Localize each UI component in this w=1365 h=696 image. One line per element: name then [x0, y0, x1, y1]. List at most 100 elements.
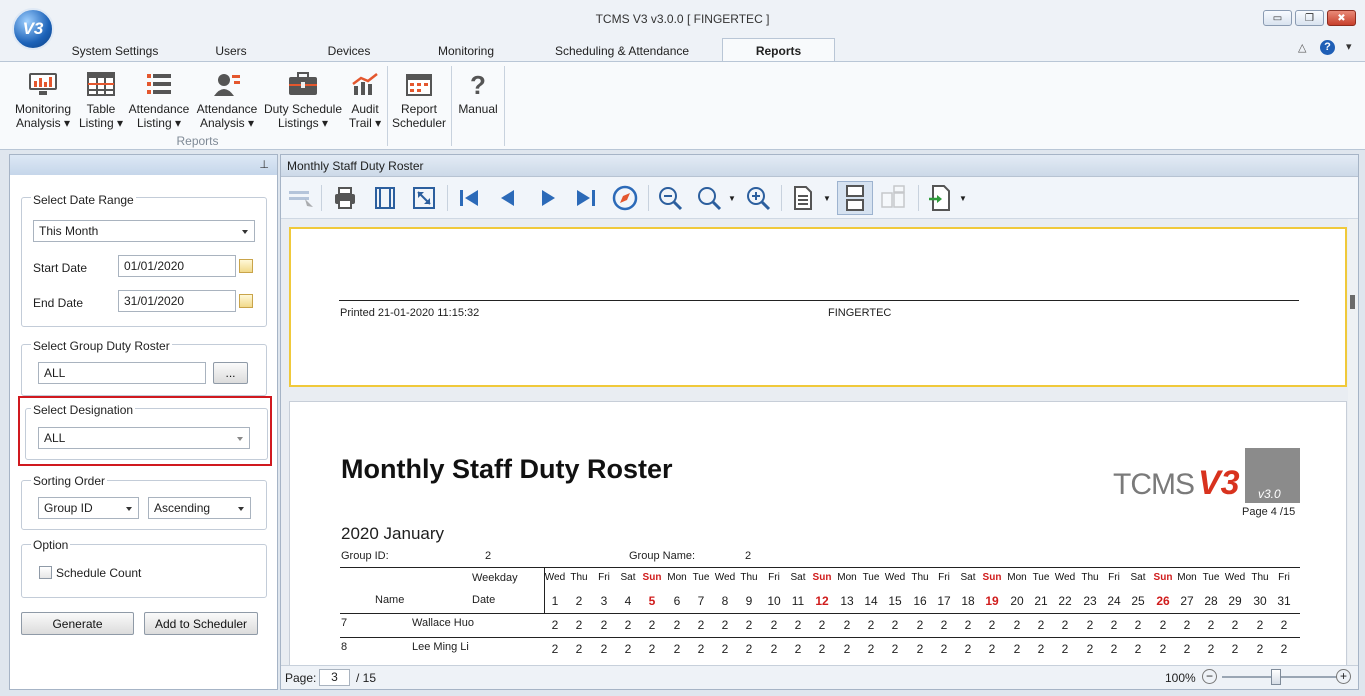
report-scheduler-button[interactable]: Report Scheduler: [390, 70, 448, 134]
weekday-header: Mon: [1177, 572, 1197, 583]
table-listing-button[interactable]: Table Listing ▾: [78, 70, 124, 134]
end-date-field[interactable]: 31/01/2020: [118, 290, 236, 312]
add-to-scheduler-button[interactable]: Add to Scheduler: [144, 612, 258, 635]
page-view-dropdown-icon[interactable]: ▼: [823, 194, 831, 203]
close-button[interactable]: ✖: [1327, 10, 1356, 26]
export-icon[interactable]: [926, 184, 954, 212]
manual-button[interactable]: ? Manual: [454, 70, 502, 134]
tab-reports[interactable]: Reports: [722, 38, 835, 62]
weekday-header: Wed: [1054, 572, 1076, 583]
zoom-icon[interactable]: [695, 184, 723, 212]
date-range-dropdown[interactable]: This Month: [33, 220, 255, 242]
scrollbar-thumb[interactable]: [1350, 295, 1355, 309]
roster-cell: 2: [891, 618, 899, 632]
roster-cell: 2: [1159, 618, 1167, 632]
document-map-icon[interactable]: [287, 184, 315, 212]
monitor-chart-icon: [29, 73, 57, 95]
start-date-field[interactable]: 01/01/2020: [118, 255, 236, 277]
ribbon-group-label: Reports: [176, 134, 219, 148]
roster-cell: 2: [575, 618, 583, 632]
options-dropdown-icon[interactable]: ▾: [1346, 40, 1352, 53]
page-label: Page:: [285, 671, 317, 685]
roster-cell: 2: [1231, 618, 1239, 632]
monitoring-analysis-button[interactable]: Monitoring Analysis ▾: [10, 70, 76, 134]
roster-cell: 2: [551, 642, 559, 656]
roster-cell: 2: [1183, 642, 1191, 656]
date-header: 27: [1180, 594, 1194, 608]
roster-cell: 2: [551, 618, 559, 632]
zoom-slider-thumb[interactable]: [1271, 669, 1281, 685]
start-date-label: Start Date: [33, 261, 88, 275]
date-header: 4: [624, 594, 632, 608]
roster-cell: 2: [988, 618, 996, 632]
weekday-header: Mon: [837, 572, 857, 583]
minimize-button[interactable]: ▭: [1263, 10, 1292, 26]
roster-cell: 2: [964, 642, 972, 656]
previous-page-icon[interactable]: [494, 184, 522, 212]
attendance-listing-button[interactable]: Attendance Listing ▾: [126, 70, 192, 134]
sort-field-dropdown[interactable]: Group ID: [38, 497, 139, 519]
chevron-down-icon: [238, 507, 244, 511]
duty-schedule-listings-button[interactable]: Duty Schedule Listings ▾: [262, 70, 344, 134]
continuous-page-icon[interactable]: [837, 181, 873, 215]
report-viewer-panel: Monthly Staff Duty Roster ▼ ▼ ▼ Printed …: [280, 154, 1359, 690]
zoom-out-button[interactable]: −: [1202, 669, 1217, 684]
collapse-ribbon-icon[interactable]: △: [1298, 41, 1306, 54]
audit-trail-button[interactable]: Audit Trail ▾: [346, 70, 384, 134]
zoom-in-button[interactable]: +: [1336, 669, 1351, 684]
page-number-input[interactable]: 3: [319, 669, 350, 686]
ribbon-label-line1: Audit: [351, 102, 379, 116]
first-page-icon[interactable]: [455, 184, 483, 212]
scale-icon[interactable]: [410, 184, 438, 212]
roster-cell: 2: [721, 642, 729, 656]
vertical-scrollbar[interactable]: [1348, 219, 1358, 665]
next-page-icon[interactable]: [534, 184, 562, 212]
zoom-dropdown-icon[interactable]: ▼: [728, 194, 736, 203]
date-header: 15: [888, 594, 902, 608]
attendance-analysis-button[interactable]: Attendance Analysis ▾: [194, 70, 260, 134]
group-roster-title: Select Group Duty Roster: [31, 339, 172, 353]
calendar-picker-icon[interactable]: [239, 259, 253, 273]
export-dropdown-icon[interactable]: ▼: [959, 194, 967, 203]
go-to-page-icon[interactable]: [611, 184, 639, 212]
single-page-icon[interactable]: [789, 184, 817, 212]
tab-system-settings[interactable]: System Settings: [60, 41, 170, 61]
schedule-count-checkbox[interactable]: [39, 566, 52, 579]
pin-icon[interactable]: ⊥: [259, 158, 269, 171]
date-header: 21: [1034, 594, 1048, 608]
date-header: 8: [721, 594, 729, 608]
roster-cell: 2: [648, 642, 656, 656]
table-header-rule: [340, 613, 1300, 614]
browse-roster-button[interactable]: ...: [213, 362, 248, 384]
print-icon[interactable]: [331, 184, 359, 212]
roster-cell: 2: [697, 618, 705, 632]
restore-button[interactable]: ❐: [1295, 10, 1324, 26]
roster-cell: 2: [1280, 642, 1288, 656]
zoom-in-icon[interactable]: [744, 184, 772, 212]
viewer-header: Monthly Staff Duty Roster: [281, 155, 1358, 177]
list-icon: [147, 74, 171, 94]
weekday-header: Tue: [692, 572, 710, 583]
calendar-picker-icon[interactable]: [239, 294, 253, 308]
page-setup-icon[interactable]: [371, 184, 399, 212]
tab-devices[interactable]: Devices: [310, 41, 388, 61]
roster-cell: 2: [600, 618, 608, 632]
tab-scheduling-attendance[interactable]: Scheduling & Attendance: [544, 41, 700, 61]
tab-users[interactable]: Users: [196, 41, 266, 61]
ribbon-tab-bar: System Settings Users Devices Monitoring…: [0, 38, 1365, 62]
generate-button[interactable]: Generate: [21, 612, 134, 635]
roster-cell: 2: [940, 642, 948, 656]
roster-cell: 2: [1256, 618, 1264, 632]
date-header: 18: [961, 594, 975, 608]
ribbon-label-line2: Listing ▾: [136, 116, 182, 130]
tab-monitoring[interactable]: Monitoring: [420, 41, 512, 61]
help-icon[interactable]: ?: [1320, 40, 1335, 55]
multiple-pages-icon[interactable]: [879, 184, 907, 212]
designation-dropdown[interactable]: ALL: [38, 427, 250, 449]
last-page-icon[interactable]: [572, 184, 600, 212]
roster-cell: 2: [1207, 618, 1215, 632]
zoom-out-icon[interactable]: [656, 184, 684, 212]
sort-direction-dropdown[interactable]: Ascending: [148, 497, 251, 519]
app-logo[interactable]: V3: [12, 8, 54, 50]
group-roster-field[interactable]: ALL: [38, 362, 206, 384]
